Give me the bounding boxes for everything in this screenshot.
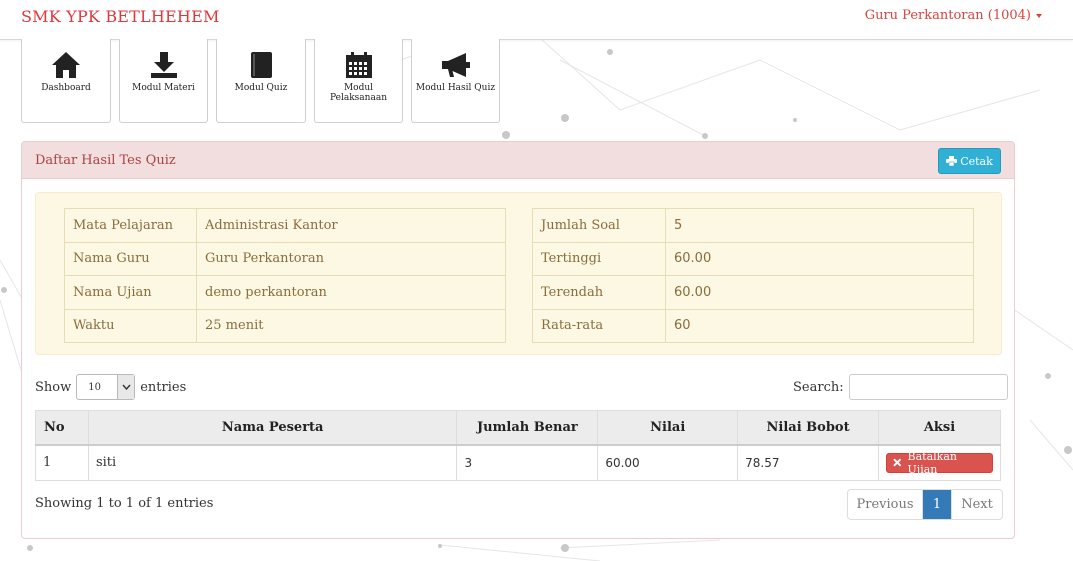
module-tile-dashboard[interactable]: Dashboard — [21, 39, 111, 123]
column-header-jumlah-benar[interactable]: Jumlah Benar — [456, 410, 599, 446]
show-entries-control: Show 10 entries — [35, 374, 186, 400]
entries-label: entries — [140, 379, 187, 395]
pagination: Previous 1 Next — [847, 489, 1003, 520]
info-row: Terendah 60.00 — [532, 275, 974, 310]
panel-title: Daftar Hasil Tes Quiz — [35, 153, 176, 168]
panel-heading: Daftar Hasil Tes Quiz Cetak — [22, 142, 1014, 179]
info-label: Mata Pelajaran — [64, 208, 197, 243]
megaphone-icon — [412, 51, 499, 81]
info-value: 60.00 — [665, 241, 974, 276]
module-label: Modul Pelaksanaan — [330, 83, 387, 103]
cell-no: 1 — [35, 444, 89, 481]
results-panel: Daftar Hasil Tes Quiz Cetak Mata Pelajar… — [21, 141, 1015, 539]
info-value: 60.00 — [665, 275, 974, 310]
chevron-down-icon — [117, 375, 135, 399]
pagination-next-button[interactable]: Next — [951, 490, 1002, 519]
caret-down-icon — [1036, 13, 1042, 18]
quiz-info-box: Mata Pelajaran Administrasi Kantor Nama G… — [35, 192, 1002, 355]
module-tile-quiz[interactable]: Modul Quiz — [216, 39, 306, 123]
info-value: Administrasi Kantor — [196, 208, 506, 243]
info-label: Nama Guru — [64, 241, 197, 276]
print-button[interactable]: Cetak — [938, 148, 1001, 174]
module-tile-pelaksanaan[interactable]: Modul Pelaksanaan — [314, 39, 403, 123]
table-search: Search: — [793, 374, 1008, 400]
entries-select[interactable]: 10 — [76, 374, 136, 400]
module-label: Modul Hasil Quiz — [415, 83, 496, 93]
entries-select-value: 10 — [88, 381, 101, 393]
search-input[interactable] — [848, 374, 1008, 400]
module-label: Dashboard — [41, 83, 91, 93]
quiz-info-table-right: Jumlah Soal 5 Tertinggi 60.00 Terendah 60.0… — [532, 208, 974, 343]
cell-jumlah-benar: 3 — [456, 444, 599, 481]
info-row: Rata-rata 60 — [532, 308, 974, 343]
info-row: Waktu 25 menit — [64, 308, 506, 343]
pagination-previous-button[interactable]: Previous — [848, 490, 923, 519]
top-navbar: SMK YPK BETLHEHEM Guru Perkantoran (1004… — [0, 0, 1073, 40]
calendar-icon — [315, 51, 402, 81]
module-label: Modul Quiz — [234, 83, 288, 93]
info-label: Tertinggi — [532, 241, 666, 276]
book-icon — [217, 51, 305, 81]
search-label: Search: — [793, 379, 844, 395]
column-header-nama-peserta[interactable]: Nama Peserta — [87, 410, 458, 446]
info-value: 60 — [665, 308, 974, 343]
show-label: Show — [35, 379, 72, 395]
column-header-nilai[interactable]: Nilai — [597, 410, 739, 446]
info-label: Nama Ujian — [64, 275, 197, 310]
close-icon — [893, 458, 902, 467]
brand-logo-text[interactable]: SMK YPK BETLHEHEM — [21, 7, 220, 26]
module-tile-hasil-quiz[interactable]: Modul Hasil Quiz — [411, 39, 500, 123]
user-menu-dropdown[interactable]: Guru Perkantoran (1004) — [865, 8, 1042, 23]
pagination-page-button[interactable]: 1 — [923, 490, 951, 519]
print-button-label: Cetak — [960, 154, 993, 168]
results-table: No Nama Peserta Jumlah Benar Nilai Nilai… — [35, 410, 1001, 481]
cell-nilai-bobot: 78.57 — [737, 444, 879, 481]
column-header-no[interactable]: No — [35, 410, 89, 446]
column-header-nilai-bobot[interactable]: Nilai Bobot — [737, 410, 879, 446]
user-menu-label: Guru Perkantoran (1004) — [864, 8, 1031, 23]
column-header-aksi: Aksi — [878, 410, 1001, 446]
module-label: Modul Materi — [132, 83, 195, 93]
cell-nama-peserta: siti — [87, 444, 458, 481]
table-row: 1 siti 3 60.00 78.57 Batalkan Ujian — [35, 444, 1001, 481]
cancel-exam-button[interactable]: Batalkan Ujian — [886, 449, 993, 476]
info-row: Mata Pelajaran Administrasi Kantor — [64, 208, 506, 243]
print-icon — [946, 156, 958, 166]
info-row: Nama Guru Guru Perkantoran — [64, 241, 506, 276]
info-label: Jumlah Soal — [532, 208, 666, 243]
cell-nilai: 60.00 — [597, 444, 739, 481]
home-icon — [22, 51, 110, 81]
module-tile-materi[interactable]: Modul Materi — [119, 39, 208, 123]
info-row: Jumlah Soal 5 — [532, 208, 974, 243]
cancel-exam-label: Batalkan Ujian — [907, 449, 957, 476]
download-icon — [120, 51, 207, 81]
table-header-row: No Nama Peserta Jumlah Benar Nilai Nilai… — [35, 410, 1001, 446]
info-label: Terendah — [532, 275, 666, 310]
table-info-text: Showing 1 to 1 of 1 entries — [35, 496, 214, 511]
info-label: Rata-rata — [532, 308, 666, 343]
info-value: 5 — [665, 208, 974, 243]
info-row: Nama Ujian demo perkantoran — [64, 275, 506, 310]
info-value: 25 menit — [196, 308, 506, 343]
info-label: Waktu — [64, 308, 197, 343]
info-row: Tertinggi 60.00 — [532, 241, 974, 276]
info-value: Guru Perkantoran — [196, 241, 506, 276]
quiz-info-table-left: Mata Pelajaran Administrasi Kantor Nama G… — [64, 208, 506, 343]
info-value: demo perkantoran — [196, 275, 506, 310]
cell-aksi: Batalkan Ujian — [878, 444, 1001, 481]
